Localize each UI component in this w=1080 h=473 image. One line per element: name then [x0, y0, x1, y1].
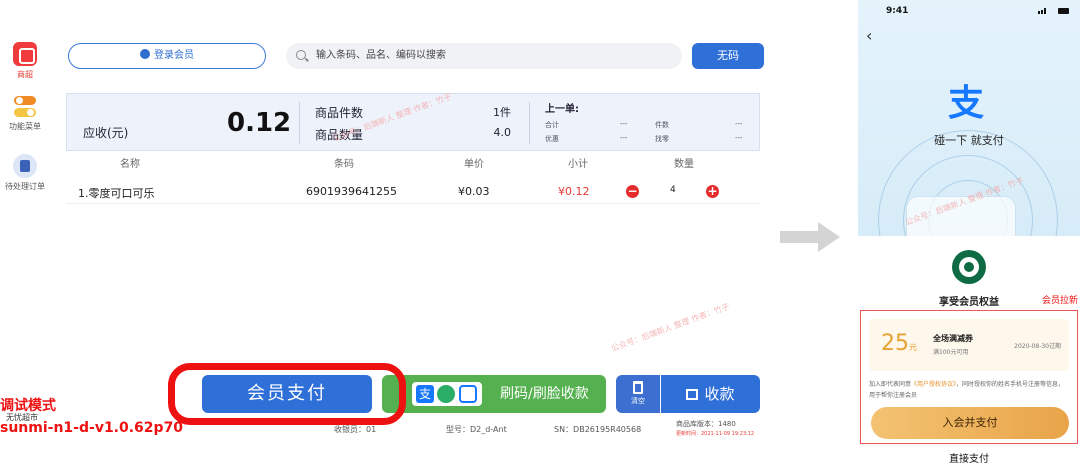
order-summary: 应收(元) 0.12 商品件数 1件 商品数量 4.0 上一单: 合计 --- … — [66, 93, 760, 151]
device-model: 型号：D2_d-Ant — [446, 425, 507, 434]
sidebar-item-label: 功能菜单 — [9, 122, 41, 131]
highlight-frame — [168, 363, 406, 425]
store-icon — [13, 42, 37, 66]
join-and-pay-label: 入会并支付 — [942, 416, 998, 429]
divider — [299, 102, 300, 144]
nfc-pay-panel: 9:41 ‹ 支 碰一下 就支付 公众号：后端新人 整理 作者：竹子 — [858, 0, 1080, 236]
toggle-icon — [14, 96, 36, 118]
tap-to-pay-text: 碰一下 就支付 — [934, 134, 1004, 147]
sidebar-item-orders[interactable]: 待处理订单 — [0, 154, 50, 192]
arrow-right-icon — [780, 222, 840, 252]
trash-icon — [633, 381, 643, 394]
coupon-expiry: 2020-08-30过期 — [1014, 343, 1061, 350]
update-time: 更新时间：2021-11-09 19:23:12 — [676, 431, 755, 437]
item-types-label: 商品件数 — [315, 106, 364, 120]
search-icon — [296, 50, 306, 60]
agreement-text: 加入即代表同意《用户授权协议》，同时授权你的姓名手机号注册等信息，用于帮你注册会… — [869, 379, 1069, 401]
user-icon — [140, 49, 150, 59]
last-discount-label: 优惠 — [545, 135, 559, 143]
back-icon[interactable]: ‹ — [866, 26, 872, 45]
phone-time: 9:41 — [886, 6, 909, 16]
search-input[interactable]: 输入条码、品名、编码以搜索 — [286, 43, 682, 69]
last-count-value: --- — [735, 120, 743, 128]
sidebar-item-label: 待处理订单 — [5, 182, 45, 191]
receivable-amount: 0.12 — [227, 108, 292, 138]
alipay-icon: 支 — [416, 385, 434, 403]
member-login-button[interactable]: 登录会员 — [68, 43, 266, 69]
db-version: 商品库版本：1480 — [676, 420, 736, 428]
scan-pay-button[interactable]: 支 刷码/刷脸收款 — [382, 375, 606, 413]
column-header-barcode: 条码 — [334, 159, 354, 170]
table-header: 名称 条码 单价 小计 数量 — [66, 155, 760, 173]
divider — [529, 102, 530, 144]
wechat-pay-icon — [437, 385, 455, 403]
item-subtotal: ¥0.12 — [558, 185, 590, 198]
agreement-pre: 加入即代表同意 — [869, 381, 912, 388]
column-header-qty: 数量 — [674, 159, 694, 170]
coupon-card: 25元 全场满减券 满100元可用 2020-08-30过期 — [869, 319, 1069, 371]
search-placeholder: 输入条码、品名、编码以搜索 — [316, 50, 446, 61]
item-qty: 4 — [670, 185, 676, 195]
minus-button[interactable]: − — [626, 185, 639, 198]
column-header-price: 单价 — [464, 159, 484, 170]
scan-pay-label: 刷码/刷脸收款 — [500, 386, 589, 402]
agreement-link[interactable]: 《用户授权协议》 — [911, 381, 956, 388]
device-sn: SN：DB26195R40568 — [554, 425, 642, 434]
coupon-condition: 满100元可用 — [933, 349, 969, 356]
collect-button[interactable]: 收款 — [661, 375, 760, 413]
coupon-unit: 元 — [909, 343, 917, 352]
table-row[interactable]: 1.零度可口可乐 6901939641255 ¥0.03 ¥0.12 − 4 + — [66, 180, 760, 204]
phone-screen: 9:41 ‹ 支 碰一下 就支付 公众号：后端新人 整理 作者：竹子 享受会员权… — [858, 0, 1080, 473]
receivable-label: 应收(元) — [83, 126, 129, 140]
plus-button[interactable]: + — [706, 185, 719, 198]
coupon-amount-value: 25 — [881, 331, 909, 356]
direct-pay-annotation: 直接支付 — [949, 454, 989, 465]
alipay-icon: 支 — [947, 83, 984, 124]
join-and-pay-button[interactable]: 入会并支付 — [871, 407, 1069, 439]
face-pay-icon — [459, 385, 477, 403]
member-pull-annotation: 会员拉新 — [1041, 296, 1078, 306]
coupon-amount: 25元 — [881, 331, 917, 356]
payment-logos: 支 — [412, 382, 482, 406]
item-types-value: 1件 — [493, 106, 511, 119]
orders-icon — [13, 154, 37, 178]
no-code-label: 无码 — [717, 49, 739, 62]
topbar: 登录会员 输入条码、品名、编码以搜索 无码 — [58, 38, 770, 76]
cashier-id: 收银员：01 — [334, 425, 377, 434]
pos-screen: 商超 功能菜单 待处理订单 登录会员 输入条码、品名、编码以搜索 无码 应收(元… — [0, 0, 770, 473]
status-icons — [1038, 8, 1069, 14]
starbucks-logo-icon — [952, 250, 986, 284]
watermark: 公众号：后端新人 整理 作者：竹子 — [610, 301, 731, 354]
register-icon — [686, 389, 699, 400]
item-name: 1.零度可口可乐 — [78, 187, 155, 200]
debug-version-label: sunmi-n1-d-v1.0.62p70 — [0, 420, 184, 436]
collect-label: 收款 — [704, 385, 735, 403]
no-code-button[interactable]: 无码 — [692, 43, 764, 69]
sidebar-item-menu[interactable]: 功能菜单 — [0, 96, 50, 132]
last-order-title: 上一单: — [545, 104, 579, 115]
last-count-label: 件数 — [655, 121, 669, 129]
clear-label: 清空 — [631, 397, 645, 405]
last-change-value: --- — [735, 134, 743, 142]
last-total-value: --- — [620, 120, 628, 128]
coupon-name: 全场满减券 — [933, 334, 973, 343]
item-price: ¥0.03 — [458, 185, 490, 198]
membership-offer: 25元 全场满减券 满100元可用 2020-08-30过期 加入即代表同意《用… — [860, 310, 1078, 444]
column-header-name: 名称 — [120, 159, 140, 170]
last-total-label: 合计 — [545, 121, 559, 129]
sidebar-item-label: 商超 — [17, 70, 33, 79]
clear-button[interactable]: 清空 — [616, 375, 660, 413]
last-change-label: 找零 — [655, 135, 669, 143]
member-login-label: 登录会员 — [154, 50, 194, 61]
item-barcode: 6901939641255 — [306, 185, 397, 198]
item-qty-value: 4.0 — [493, 126, 512, 139]
last-discount-value: --- — [620, 134, 628, 142]
sidebar-item-store[interactable]: 商超 — [0, 42, 50, 80]
column-header-subtotal: 小计 — [568, 159, 588, 170]
